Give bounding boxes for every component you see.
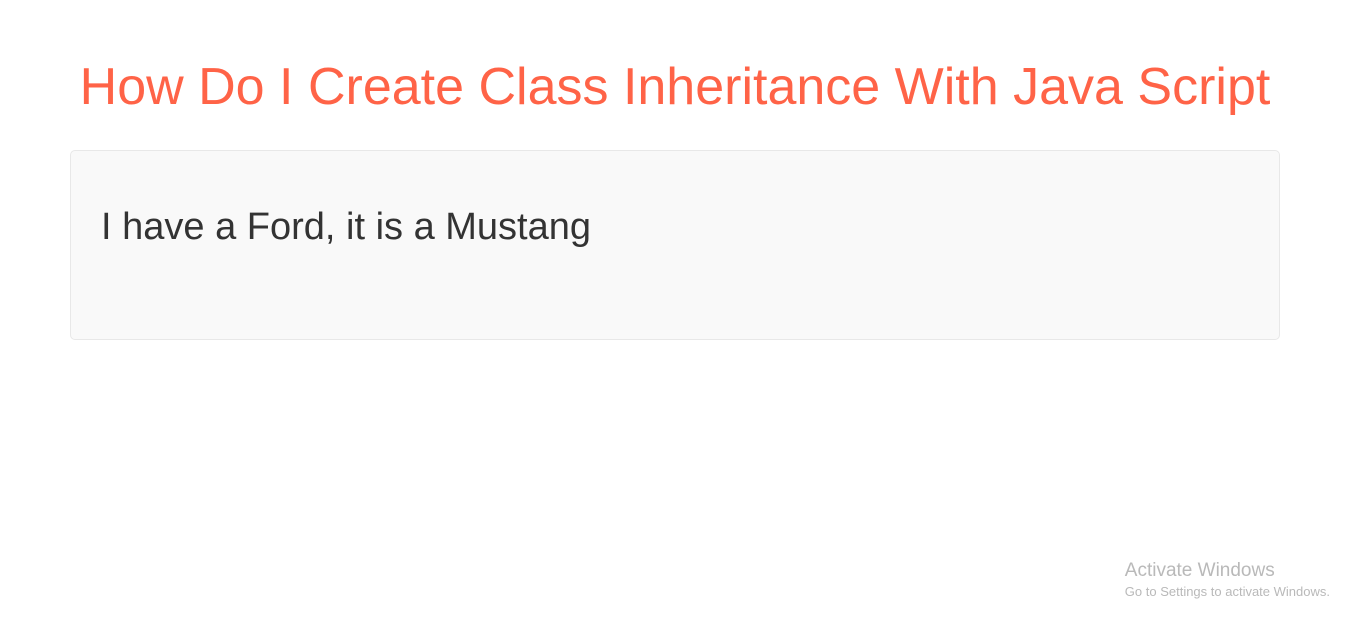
windows-activation-watermark: Activate Windows Go to Settings to activ…: [1125, 558, 1330, 601]
output-box: I have a Ford, it is a Mustang: [70, 150, 1280, 340]
page-title: How Do I Create Class Inheritance With J…: [70, 55, 1280, 120]
content-container: How Do I Create Class Inheritance With J…: [0, 0, 1350, 340]
watermark-subtitle: Go to Settings to activate Windows.: [1125, 583, 1330, 601]
output-text: I have a Ford, it is a Mustang: [101, 206, 1249, 249]
watermark-title: Activate Windows: [1125, 558, 1330, 584]
